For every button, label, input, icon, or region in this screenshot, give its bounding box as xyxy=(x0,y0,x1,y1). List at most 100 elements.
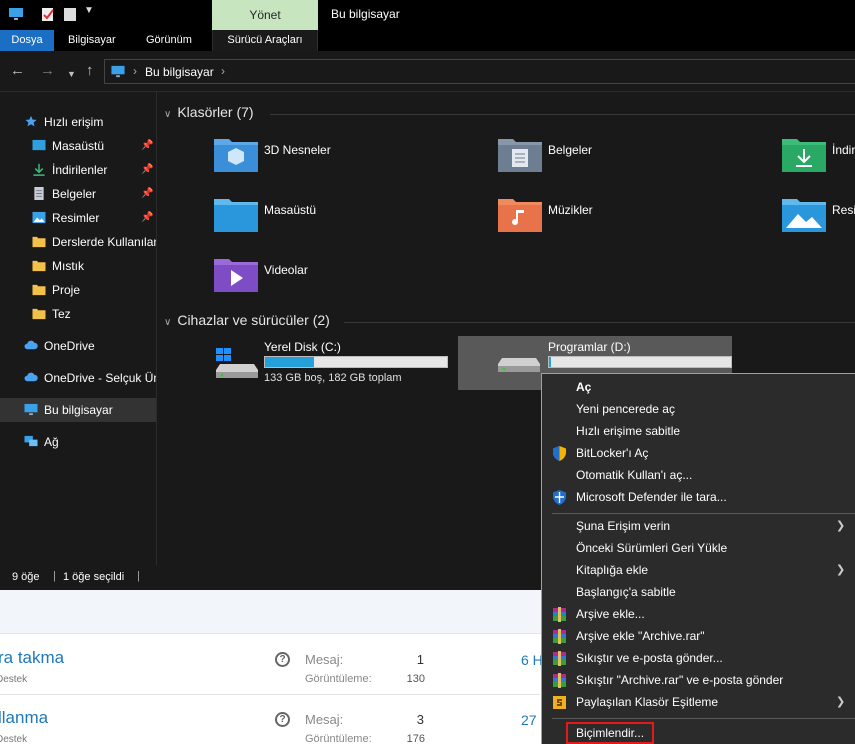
quick-access-dropdown-icon[interactable]: ▼ xyxy=(84,5,94,16)
row-divider xyxy=(0,694,540,695)
menu-item-kitapliga-ekle[interactable]: Kitaplığa ekle ❯ xyxy=(542,559,855,581)
menu-item-label: Paylaşılan Klasör Eşitleme xyxy=(576,695,719,709)
folder-muzikler[interactable]: Müzikler xyxy=(498,192,768,240)
group-header-folders[interactable]: ∨ Klasörler (7) xyxy=(164,104,254,120)
shield-icon xyxy=(553,446,566,461)
sidebar-item-ag[interactable]: Ağ xyxy=(0,430,156,454)
tab-bilgisayar[interactable]: Bilgisayar xyxy=(68,30,116,51)
menu-item-baslangica-sabitle[interactable]: Başlangıç'a sabitle xyxy=(542,581,855,603)
drive-usage-bar xyxy=(548,356,732,368)
breadcrumb-current[interactable]: Bu bilgisayar xyxy=(145,65,214,79)
sidebar-item-label: Resimler xyxy=(52,211,100,225)
message-label: Mesaj: xyxy=(305,652,344,667)
back-icon[interactable]: ← xyxy=(10,63,25,79)
menu-item-hizli-erisime-sabitle[interactable]: Hızlı erişime sabitle xyxy=(542,420,855,442)
folder-masaustu[interactable]: Masaüstü xyxy=(214,192,484,240)
breadcrumb-chevron-icon[interactable]: › xyxy=(221,64,225,78)
folder-belgeler[interactable]: Belgeler xyxy=(498,132,768,180)
folder-label: 3D Nesneler xyxy=(264,143,331,157)
menu-item-label: Şuna Erişim verin xyxy=(576,519,671,533)
thread-title-link[interactable]: ra takma xyxy=(0,648,64,668)
sidebar-item-label: Masaüstü xyxy=(52,139,105,153)
sidebar-item-belgeler[interactable]: Belgeler 📌 xyxy=(0,182,156,206)
last-post-link[interactable]: 27 xyxy=(521,712,537,728)
up-icon[interactable]: ↑ xyxy=(86,63,94,79)
sidebar-item-indirilenler[interactable]: İndirilenler 📌 xyxy=(0,158,156,182)
group-header-drives[interactable]: ∨ Cihazlar ve sürücüler (2) xyxy=(164,312,330,328)
thread-title-link[interactable]: llanma xyxy=(0,708,48,728)
sidebar-item-tez[interactable]: Tez xyxy=(0,302,156,326)
menu-item-bitlocker-ac[interactable]: BitLocker'ı Aç xyxy=(542,442,855,464)
pictures-folder-icon xyxy=(782,199,826,232)
tab-yonet[interactable]: Yönet xyxy=(212,0,318,30)
menu-item-defender-tara[interactable]: Microsoft Defender ile tara... xyxy=(542,486,855,508)
sidebar-item-label: Derslerde Kullanılan xyxy=(52,235,156,249)
computer-icon xyxy=(24,403,38,416)
sidebar-item-resimler[interactable]: Resimler 📌 xyxy=(0,206,156,230)
address-bar[interactable]: › Bu bilgisayar › xyxy=(104,59,855,84)
folder-indirilenler[interactable]: İndir xyxy=(782,132,855,180)
folder-3d-nesneler[interactable]: 3D Nesneler xyxy=(214,132,484,180)
sidebar-item-derslerde-kullanilan[interactable]: Derslerde Kullanılan xyxy=(0,230,156,254)
tab-dosya[interactable]: Dosya xyxy=(0,30,54,51)
menu-separator xyxy=(552,718,855,719)
folder-icon xyxy=(32,284,46,296)
menu-item-otomatik-kullan[interactable]: Otomatik Kullan'ı aç... xyxy=(542,464,855,486)
chevron-right-icon: ❯ xyxy=(836,564,846,576)
tab-surucu-araclari[interactable]: Sürücü Araçları xyxy=(212,30,318,51)
menu-item-arsive-ekle-archive-rar[interactable]: Arşive ekle "Archive.rar" xyxy=(542,625,855,647)
menu-item-arsive-ekle[interactable]: Arşive ekle... xyxy=(542,603,855,625)
pin-icon[interactable]: 📌 xyxy=(141,206,153,230)
last-post-link[interactable]: 6 H xyxy=(521,652,543,668)
pictures-icon xyxy=(32,211,46,224)
view-count: 176 xyxy=(406,733,425,744)
chevron-down-icon[interactable]: ∨ xyxy=(164,109,171,120)
status-divider: | xyxy=(53,570,56,582)
menu-item-sikistir-archive-rar-eposta[interactable]: Sıkıştır "Archive.rar" ve e-posta gönder xyxy=(542,669,855,691)
menu-item-sikistir-eposta[interactable]: Sıkıştır ve e-posta gönder... xyxy=(542,647,855,669)
pin-icon[interactable]: 📌 xyxy=(141,134,153,158)
highlight-box xyxy=(566,722,654,744)
folder-resimler[interactable]: Resir xyxy=(782,192,855,240)
forward-icon[interactable]: → xyxy=(40,63,55,79)
documents-folder-icon xyxy=(498,139,542,172)
tab-gorunum[interactable]: Görünüm xyxy=(146,30,192,51)
group-header-label: Cihazlar ve sürücüler (2) xyxy=(177,312,330,328)
menu-item-yeni-pencerede-ac[interactable]: Yeni pencerede aç xyxy=(542,398,855,420)
new-folder-icon[interactable] xyxy=(62,6,78,22)
properties-icon[interactable] xyxy=(40,6,56,22)
sidebar-item-onedrive[interactable]: OneDrive xyxy=(0,334,156,358)
menu-item-label: Yeni pencerede aç xyxy=(576,402,675,416)
sidebar-item-label: Ağ xyxy=(44,435,59,449)
menu-item-onceki-surumler[interactable]: Önceki Sürümleri Geri Yükle xyxy=(542,537,855,559)
group-header-label: Klasörler (7) xyxy=(177,104,254,120)
thread-forum-label[interactable]: Destek xyxy=(0,734,27,744)
sidebar-item-hizli-erisim[interactable]: Hızlı erişim xyxy=(0,110,156,134)
documents-icon xyxy=(34,187,44,200)
sidebar-item-bu-bilgisayar[interactable]: Bu bilgisayar xyxy=(0,398,156,422)
breadcrumb-chevron-icon[interactable]: › xyxy=(133,64,137,78)
chevron-down-icon[interactable]: ∨ xyxy=(164,317,171,328)
sidebar-item-label: Hızlı erişim xyxy=(44,115,104,129)
folder-icon xyxy=(32,260,46,272)
drive-yerel-disk-c[interactable]: Yerel Disk (C:) 133 GB boş, 182 GB topla… xyxy=(208,336,482,390)
folder-videolar[interactable]: Videolar xyxy=(214,252,484,300)
cloud-icon xyxy=(24,372,38,382)
sidebar-item-proje[interactable]: Proje xyxy=(0,278,156,302)
menu-item-paylasilan-klasor-esitleme[interactable]: Paylaşılan Klasör Eşitleme ❯ xyxy=(542,691,855,713)
pin-icon[interactable]: 📌 xyxy=(141,182,153,206)
computer-icon xyxy=(9,8,23,20)
defender-icon xyxy=(553,490,566,505)
menu-item-label: Otomatik Kullan'ı aç... xyxy=(576,468,693,482)
folder-icon xyxy=(32,236,46,248)
sidebar-item-onedrive-selcuk[interactable]: OneDrive - Selçuk Ün xyxy=(0,366,156,390)
sidebar-item-masaustu[interactable]: Masaüstü 📌 xyxy=(0,134,156,158)
pin-icon[interactable]: 📌 xyxy=(141,158,153,182)
menu-item-ac[interactable]: Aç xyxy=(542,376,855,398)
thread-forum-label[interactable]: Destek xyxy=(0,674,27,685)
recent-locations-icon[interactable]: ▼ xyxy=(67,66,76,82)
folder-label: Müzikler xyxy=(548,203,593,217)
sidebar-item-mistik[interactable]: Mıstık xyxy=(0,254,156,278)
drive-usage-fill xyxy=(265,357,315,367)
menu-item-suna-erisim-verin[interactable]: Şuna Erişim verin ❯ xyxy=(542,515,855,537)
